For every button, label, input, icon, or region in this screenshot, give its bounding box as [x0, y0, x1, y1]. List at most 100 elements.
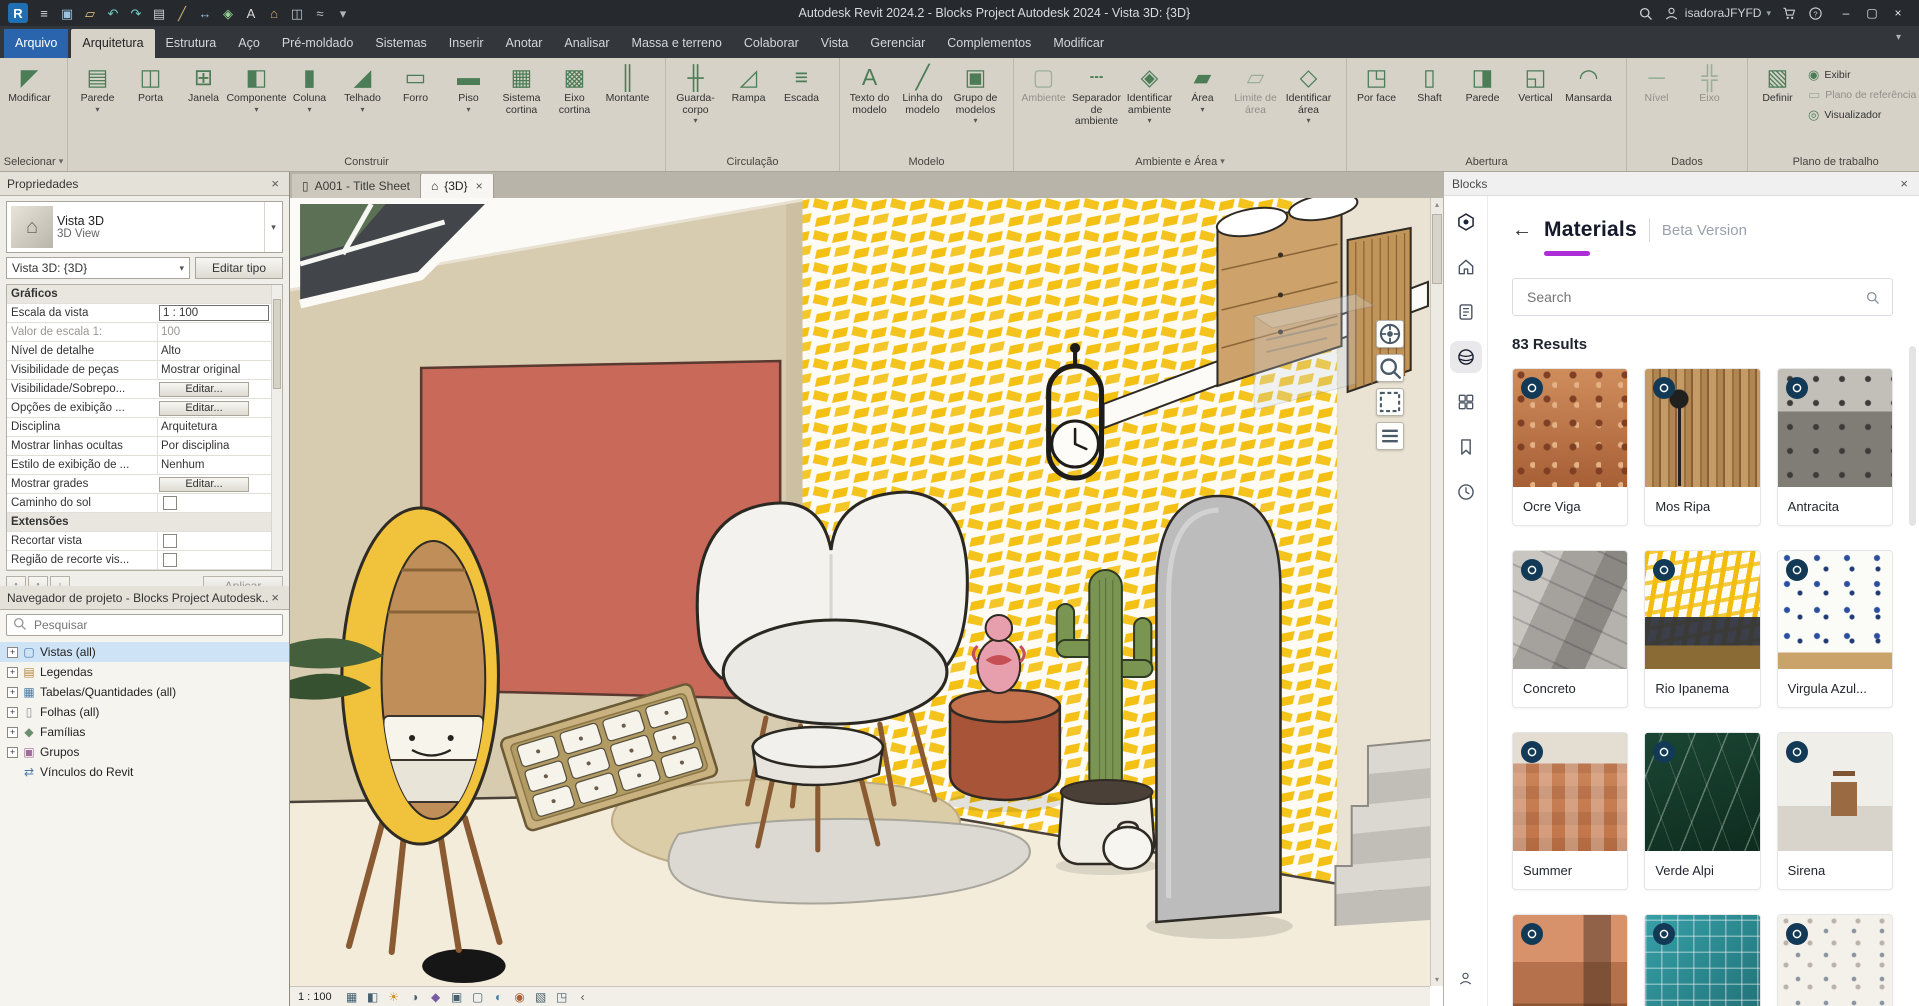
ribbon-button[interactable]: ⊞ Janela [177, 61, 230, 152]
ribbon-tab[interactable]: Colaborar [733, 29, 810, 58]
tree-expander-icon[interactable]: + [7, 646, 18, 658]
browser-search[interactable] [6, 614, 283, 636]
materials-search-input[interactable] [1525, 288, 1857, 306]
maximize-icon[interactable]: ▢ [1859, 3, 1885, 23]
open-icon[interactable]: ▱ [82, 5, 98, 21]
property-row[interactable]: Recortar vista [7, 532, 271, 551]
ribbon-button[interactable]: ≡ Escada [775, 61, 828, 152]
3d-view-canvas[interactable] [290, 198, 1430, 986]
ribbon-button[interactable]: ─ Nível [1630, 61, 1683, 152]
browser-tree-item[interactable]: + ▦ Tabelas/Quantidades (all) [0, 682, 289, 702]
ribbon-group-label[interactable]: Circulação [666, 152, 839, 171]
blocks-nav-button[interactable] [1450, 962, 1482, 994]
caret-down-icon[interactable]: ▾ [335, 5, 351, 21]
text-icon[interactable]: A [243, 5, 259, 21]
caret-down-icon[interactable]: ▾ [1894, 32, 1909, 52]
browser-search-input[interactable] [32, 617, 277, 633]
tree-expander-icon[interactable] [7, 767, 18, 778]
property-row[interactable]: Escala da vista 1 : 100 [7, 304, 271, 323]
zoom-icon[interactable] [1376, 354, 1404, 382]
ribbon-tab[interactable]: Modificar [1042, 29, 1115, 58]
crop-view-icon[interactable]: ▣ [448, 988, 466, 1005]
ribbon-button[interactable]: ▤ Parede ▾ [71, 61, 124, 152]
shadows-icon[interactable]: ◑ [406, 988, 424, 1005]
property-row[interactable]: Nível de detalhe Alto [7, 342, 271, 361]
cart-icon[interactable] [1781, 5, 1797, 21]
materials-search[interactable] [1512, 278, 1893, 316]
print-icon[interactable]: ▤ [151, 5, 167, 21]
app-menu-icon[interactable]: ≡ [36, 5, 52, 21]
list-icon[interactable] [1376, 422, 1404, 450]
render-icon[interactable]: ◆ [427, 988, 445, 1005]
ribbon-group-label[interactable]: Modelo [840, 152, 1013, 171]
scroll-down-icon[interactable]: ▾ [1431, 973, 1443, 986]
view-tab[interactable]: ⌂ {3D} × [421, 174, 494, 198]
property-row[interactable]: Estilo de exibição de ... Nenhum [7, 456, 271, 475]
ribbon-tab[interactable]: Inserir [438, 29, 495, 58]
temporary-view-icon[interactable]: ▧ [532, 988, 550, 1005]
property-value[interactable]: Editar... [159, 381, 249, 397]
browser-tree-item[interactable]: ⇄ Vínculos do Revit [0, 762, 289, 782]
property-value[interactable]: Alto [157, 342, 271, 360]
ribbon-tab[interactable]: Sistemas [364, 29, 437, 58]
ribbon-tab[interactable]: Arquivo [4, 29, 69, 58]
property-value[interactable]: Arquitetura [157, 418, 271, 436]
ribbon-button[interactable]: ▱ Limite de área [1229, 61, 1282, 152]
material-card[interactable]: Rio Ipanema [1644, 550, 1761, 708]
material-card[interactable]: Virgula Azul... [1776, 550, 1893, 708]
property-value[interactable]: Editar... [159, 476, 249, 492]
blocks-nav-button[interactable] [1450, 386, 1482, 418]
property-row[interactable]: Gráficos [7, 285, 271, 304]
ribbon-tab[interactable]: Arquitetura [71, 29, 155, 58]
browser-tree-item[interactable]: + ▣ Grupos [0, 742, 289, 762]
edit-type-button[interactable]: Editar tipo [195, 257, 283, 279]
view-scrollbar[interactable]: ▴ ▾ [1430, 198, 1443, 986]
help-icon[interactable]: ? [1807, 5, 1823, 21]
property-row[interactable]: Disciplina Arquitetura [7, 418, 271, 437]
material-card[interactable]: Concreto [1512, 550, 1629, 708]
ribbon-button[interactable]: ╫ Guarda-corpo ▾ [669, 61, 722, 152]
property-value[interactable] [157, 532, 271, 550]
ribbon-button[interactable]: ┄ Separador de ambiente [1070, 61, 1123, 152]
property-row[interactable]: Caminho do sol [7, 494, 271, 513]
selection-box-icon[interactable] [1376, 388, 1404, 416]
ribbon-tab[interactable]: Estrutura [155, 29, 228, 58]
browser-tree-item[interactable]: + ▤ Legendas [0, 662, 289, 682]
ribbon-button[interactable]: ◠ Mansarda [1562, 61, 1615, 152]
ribbon-tab[interactable]: Massa e terreno [621, 29, 733, 58]
ribbon-button[interactable]: ▩ Eixo cortina [548, 61, 601, 152]
close-icon[interactable]: × [1885, 3, 1911, 23]
instance-selector[interactable]: Vista 3D: {3D} ▾ [6, 257, 190, 279]
show-crop-icon[interactable]: ▢ [469, 988, 487, 1005]
visual-style-icon[interactable]: ◧ [364, 988, 382, 1005]
ribbon-group-label[interactable]: Selecionar ▾ [0, 152, 67, 171]
thin-lines-icon[interactable]: ≈ [312, 5, 328, 21]
steering-wheel-icon[interactable] [1376, 320, 1404, 348]
ribbon-small-button[interactable]: ◉ Exibir [1808, 67, 1916, 83]
view3d-icon[interactable]: ⌂ [266, 5, 282, 21]
properties-scrollbar[interactable] [271, 285, 282, 570]
account-menu[interactable]: isadoraJFYFD ▾ [1664, 5, 1771, 21]
ribbon-button[interactable]: ◤ Modificar [3, 61, 56, 152]
property-row[interactable]: Valor de escala 1: 100 [7, 323, 271, 342]
material-card[interactable] [1512, 914, 1629, 1006]
ribbon-button[interactable]: ╱ Linha do modelo [896, 61, 949, 152]
type-selector[interactable]: ⌂ Vista 3D 3D View ▾ [6, 201, 283, 253]
property-value[interactable] [157, 494, 271, 512]
back-arrow-icon[interactable]: ← [1512, 220, 1532, 240]
displace-icon[interactable]: ◳ [553, 988, 571, 1005]
property-value[interactable]: Mostrar original [157, 361, 271, 379]
property-value[interactable]: Nenhum [157, 456, 271, 474]
property-row[interactable]: Mostrar linhas ocultas Por disciplina [7, 437, 271, 456]
ribbon-button[interactable]: ▰ Área ▾ [1176, 61, 1229, 152]
ribbon-button[interactable]: ◿ Rampa [722, 61, 775, 152]
ribbon-button[interactable]: ▯ Shaft [1403, 61, 1456, 152]
material-card[interactable] [1776, 914, 1893, 1006]
ribbon-button[interactable]: ╬ Eixo [1683, 61, 1736, 152]
material-card[interactable]: Summer [1512, 732, 1629, 890]
property-value[interactable]: Editar... [159, 400, 249, 416]
caret-down-icon[interactable]: ▾ [264, 202, 282, 252]
scroll-left-icon[interactable]: ‹ [574, 988, 592, 1005]
ribbon-button[interactable]: ◫ Porta [124, 61, 177, 152]
material-card[interactable]: Mos Ripa [1644, 368, 1761, 526]
